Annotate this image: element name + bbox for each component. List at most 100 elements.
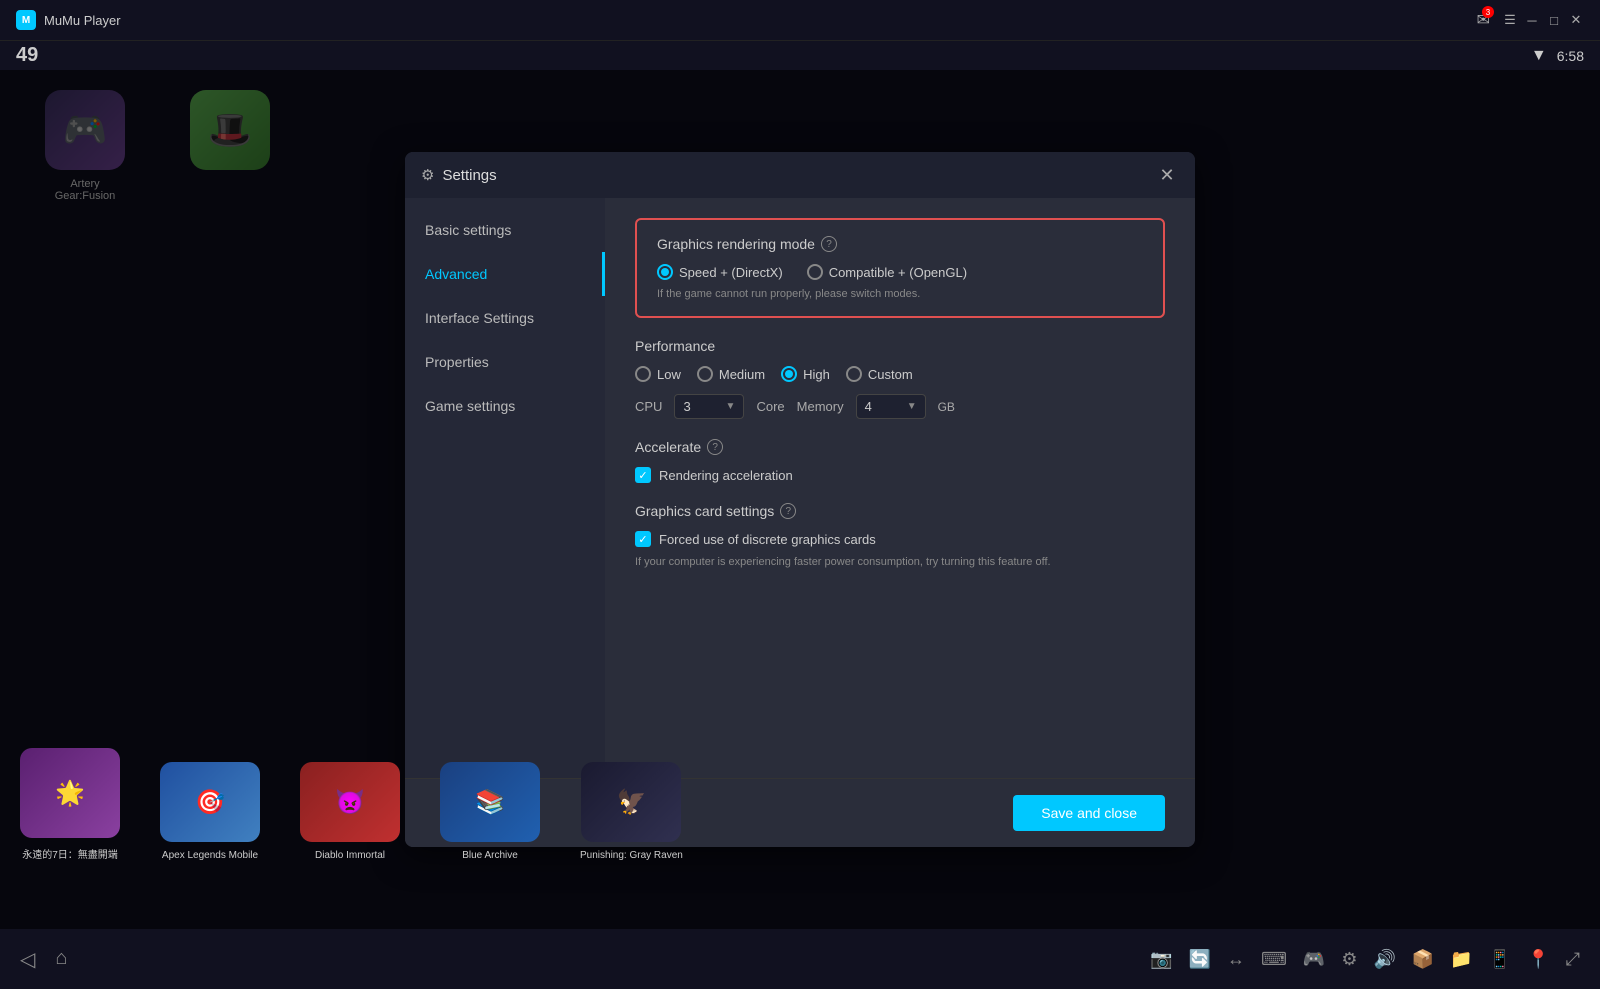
game-thumb-apex[interactable]: 🎯 Apex Legends Mobile [160, 762, 260, 861]
radio-circle-speed [657, 264, 673, 280]
memory-value: 4 [865, 399, 872, 414]
rendering-acceleration-label: Rendering acceleration [659, 468, 793, 483]
gb-label: GB [938, 400, 955, 414]
graphics-card-help[interactable]: ? [780, 503, 796, 519]
dialog-title: Settings [442, 167, 496, 184]
app-logo: M [16, 10, 36, 30]
screen-record-icon[interactable]: 📷 [1150, 949, 1172, 970]
phone-icon[interactable]: 📱 [1489, 949, 1511, 970]
forced-discrete-label: Forced use of discrete graphics cards [659, 532, 876, 547]
sidebar-item-properties[interactable]: Properties [405, 340, 605, 384]
cpu-select[interactable]: 3 ▼ [674, 394, 744, 419]
settings-icon[interactable]: ⚙ [1341, 949, 1357, 970]
close-dialog-btn[interactable]: ✕ [1155, 163, 1179, 187]
game-thumbs-bottom: 🌟 永遠的7日：無盡開端 🎯 Apex Legends Mobile 👿 Dia… [0, 748, 1600, 869]
gamepad-icon[interactable]: 🎮 [1303, 949, 1325, 970]
blue-archive-label: Blue Archive [462, 850, 518, 861]
radio-compatible-opengl[interactable]: Compatible + (OpenGL) [807, 264, 967, 280]
dialog-title-row: ⚙ Settings [421, 166, 497, 184]
home-icon[interactable]: ⌂ [55, 947, 67, 972]
radio-dot-speed [661, 268, 669, 276]
close-btn-top[interactable]: ✕ [1568, 12, 1584, 28]
memory-arrow: ▼ [907, 401, 917, 412]
cpu-arrow: ▼ [726, 401, 736, 412]
radio-circle-high [781, 366, 797, 382]
rendering-mode-help[interactable]: ? [821, 236, 837, 252]
status-bar: 49 ▼ 6:58 [0, 40, 1600, 70]
volume-icon[interactable]: 🔊 [1373, 949, 1395, 970]
radio-label-low: Low [657, 367, 681, 382]
radio-label-speed: Speed + (DirectX) [679, 265, 783, 280]
sidebar-item-game-settings[interactable]: Game settings [405, 384, 605, 428]
settings-dialog: ⚙ Settings ✕ Basic settings Advanced Int… [405, 152, 1195, 847]
game-thumb-eternal[interactable]: 🌟 永遠的7日：無盡開端 [20, 748, 120, 861]
rendering-mode-title: Graphics rendering mode ? [657, 236, 1143, 252]
gear-icon: ⚙ [421, 166, 434, 184]
cpu-label: CPU [635, 399, 662, 414]
blue-archive-thumb: 📚 [440, 762, 540, 842]
window-controls: ✉ 3 ☰ ─ □ ✕ [1477, 10, 1584, 30]
memory-label: Memory [797, 399, 844, 414]
radio-speed-directx[interactable]: Speed + (DirectX) [657, 264, 783, 280]
radio-label-compat: Compatible + (OpenGL) [829, 265, 967, 280]
radio-label-medium: Medium [719, 367, 765, 382]
main-area: 🎮 Artery Gear:Fusion 🎩 ⚙ Settings ✕ [0, 70, 1600, 929]
eternal-label: 永遠的7日：無盡開端 [22, 846, 118, 861]
notification-icon[interactable]: ✉ 3 [1477, 10, 1490, 30]
game-thumb-punishing[interactable]: 🦅 Punishing: Gray Raven [580, 762, 683, 861]
sidebar-item-basic-settings[interactable]: Basic settings [405, 208, 605, 252]
radio-circle-low [635, 366, 651, 382]
game-thumb-diablo[interactable]: 👿 Diablo Immortal [300, 762, 400, 861]
radio-label-high: High [803, 367, 830, 382]
menu-btn[interactable]: ☰ [1502, 12, 1518, 28]
punishing-thumb: 🦅 [581, 762, 681, 842]
rendering-mode-section: Graphics rendering mode ? Speed + (Direc… [635, 218, 1165, 318]
settings-sidebar: Basic settings Advanced Interface Settin… [405, 198, 605, 778]
bottom-taskbar: ◁ ⌂ 📷 🔄 ↔ ⌨ 🎮 ⚙ 🔊 📦 📁 📱 📍 ⤢ [0, 929, 1600, 989]
radio-perf-medium[interactable]: Medium [697, 366, 765, 382]
expand-icon[interactable]: ⤢ [1566, 949, 1580, 970]
game-thumb-blue-archive[interactable]: 📚 Blue Archive [440, 762, 540, 861]
taskbar-icons: 📷 🔄 ↔ ⌨ 🎮 ⚙ 🔊 📦 📁 📱 📍 ⤢ [1150, 949, 1580, 970]
forced-check-mark: ✓ [638, 533, 647, 546]
accelerate-section: Accelerate ? ✓ Rendering acceleration [635, 439, 1165, 483]
cpu-memory-row: CPU 3 ▼ Core Memory 4 ▼ GB [635, 394, 1165, 419]
punishing-label: Punishing: Gray Raven [580, 850, 683, 861]
forced-discrete-checkbox[interactable]: ✓ [635, 531, 651, 547]
graphics-card-title: Graphics card settings ? [635, 503, 1165, 519]
radio-perf-high[interactable]: High [781, 366, 830, 382]
sidebar-item-advanced[interactable]: Advanced [405, 252, 605, 296]
minimize-btn[interactable]: ─ [1524, 12, 1540, 28]
sidebar-item-interface-settings[interactable]: Interface Settings [405, 296, 605, 340]
memory-select[interactable]: 4 ▼ [856, 394, 926, 419]
app-info: M MuMu Player [16, 10, 121, 30]
settings-content: Graphics rendering mode ? Speed + (Direc… [605, 198, 1195, 778]
radio-dot-high [785, 370, 793, 378]
radio-label-custom: Custom [868, 367, 913, 382]
core-label: Core [756, 399, 784, 414]
radio-perf-custom[interactable]: Custom [846, 366, 913, 382]
rendering-mode-hint: If the game cannot run properly, please … [657, 288, 1143, 300]
win-controls: ☰ ─ □ ✕ [1502, 12, 1584, 28]
radio-perf-low[interactable]: Low [635, 366, 681, 382]
refresh-icon[interactable]: 🔄 [1189, 949, 1211, 970]
folder-icon[interactable]: 📁 [1450, 949, 1472, 970]
accelerate-help[interactable]: ? [707, 439, 723, 455]
location-icon[interactable]: 📍 [1527, 949, 1549, 970]
back-icon[interactable]: ◁ [20, 947, 35, 972]
apk-icon[interactable]: 📦 [1412, 949, 1434, 970]
keyboard-icon[interactable]: ⌨ [1261, 949, 1287, 970]
check-mark: ✓ [638, 469, 647, 482]
radio-circle-medium [697, 366, 713, 382]
wifi-icon: ▼ [1531, 47, 1547, 65]
maximize-btn[interactable]: □ [1546, 12, 1562, 28]
share-icon[interactable]: ↔ [1227, 949, 1245, 970]
radio-circle-compat [807, 264, 823, 280]
app-title: MuMu Player [44, 13, 121, 28]
performance-section: Performance Low Medium [635, 338, 1165, 419]
nav-icons-left: ◁ ⌂ [20, 947, 67, 972]
rendering-mode-options: Speed + (DirectX) Compatible + (OpenGL) [657, 264, 1143, 280]
rendering-acceleration-checkbox[interactable]: ✓ [635, 467, 651, 483]
apex-label: Apex Legends Mobile [162, 850, 258, 861]
battery-number: 49 [16, 44, 38, 67]
